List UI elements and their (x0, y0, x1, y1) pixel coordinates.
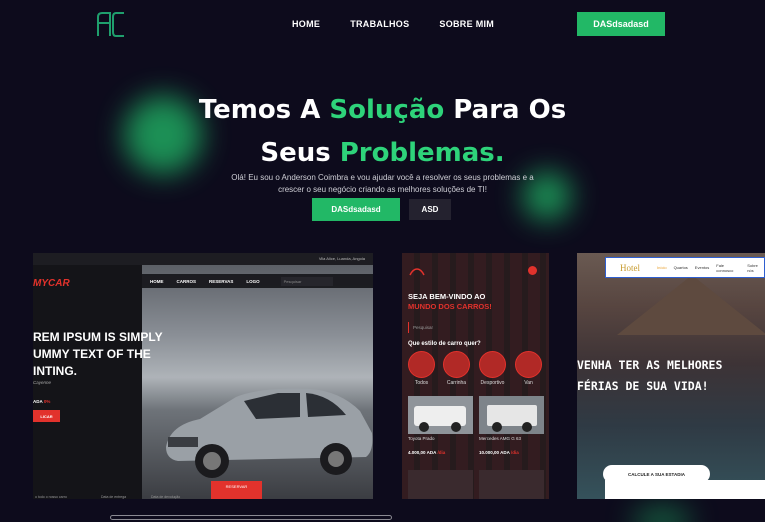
project-card-hotel[interactable]: Hotel Início Quartos Eventos Fale connos… (577, 253, 765, 499)
notification-icon[interactable] (528, 266, 537, 275)
hero-title-highlight: Solução (329, 95, 445, 125)
hotel-nav-quartos[interactable]: Quartos (674, 265, 688, 270)
category-icon (443, 351, 470, 378)
category-label: Van (524, 380, 533, 386)
mycar-menu-reservas[interactable]: RESERVAS (209, 279, 233, 284)
mobile-search-input[interactable]: Pesquisar (408, 322, 534, 333)
mycar-subline: Cayenne (33, 380, 52, 385)
mycar-footer-text: Data de entrega (101, 495, 127, 499)
mycar-reserve-button[interactable]: RESERVAR (211, 481, 262, 499)
hero-primary-button[interactable]: DASdsadasd (312, 198, 400, 221)
category-todos[interactable]: Todos (408, 351, 435, 386)
car-image (408, 396, 473, 434)
carousel-scrollbar[interactable] (110, 515, 392, 520)
mobile-welcome-highlight: MUNDO DOS CARROS! (408, 302, 492, 311)
hero-title-highlight: Problemas. (339, 138, 505, 168)
nav-link-sobre-mim[interactable]: SOBRE MIM (439, 19, 494, 29)
hero-title-text: Temos A (198, 95, 330, 125)
car-tile (408, 470, 473, 499)
hotel-nav-fale[interactable]: Fale connosco (716, 263, 740, 273)
hotel-calc-button[interactable]: CALCULE A SUA ESTADIA (603, 465, 710, 483)
main-nav: HOME TRABALHOS SOBRE MIM (292, 19, 494, 29)
hero-title-line-2: Seus Problemas. (0, 135, 765, 172)
project-card-mobile[interactable]: SEJA BEM-VINDO AO MUNDO DOS CARROS! Pesq… (402, 253, 549, 499)
mycar-search-input[interactable]: Pesquisar (280, 276, 333, 286)
mobile-welcome-line: SEJA BEM-VINDO AO (408, 292, 486, 301)
green-glow-bottom (632, 506, 692, 522)
nav-cta-button[interactable]: DASdsadasd (577, 12, 665, 36)
category-icon (408, 351, 435, 378)
car-price-period: /dia (437, 450, 446, 455)
category-label: Todos (414, 380, 429, 386)
category-icon (479, 351, 506, 378)
mycar-price: ADA 0% (33, 399, 50, 404)
hero-title-text: Seus (260, 138, 340, 168)
category-carrinha[interactable]: Carrinha (443, 351, 470, 386)
nav-link-trabalhos[interactable]: TRABALHOS (350, 19, 409, 29)
car-image (479, 396, 544, 434)
project-card-mycar[interactable]: Vila Alice, Luanda, Angola HOME CARROS R… (33, 253, 373, 499)
category-label: Carrinha (446, 380, 467, 386)
hero-subtitle: Olá! Eu sou o Anderson Coimbra e vou aju… (231, 173, 534, 194)
car-name: Mercedes AMG G 63 (479, 436, 522, 441)
car-price: 4.000,00 ADA /dia (408, 450, 445, 455)
category-icon (515, 351, 542, 378)
mycar-menu-carros[interactable]: CARROS (177, 279, 197, 284)
car-image (166, 388, 373, 478)
hero-title-text: Para Os (444, 95, 567, 125)
hotel-nav-sobre[interactable]: Sobre nós (747, 263, 764, 273)
car-price-value: 10.000,00 ADA (479, 450, 510, 455)
car-price-value: 4.000,00 ADA (408, 450, 437, 455)
mycar-menu-logo[interactable]: LOGO (246, 279, 259, 284)
mycar-menu: HOME CARROS RESERVAS LOGO Pesquisar (142, 274, 373, 288)
hotel-nav-inicio[interactable]: Início (657, 265, 667, 270)
hotel-nav-eventos[interactable]: Eventos (695, 265, 709, 270)
mycar-price-unit: ADA (33, 399, 43, 404)
nav-link-home[interactable]: HOME (292, 19, 320, 29)
mycar-headline: REM IPSUM IS SIMPLY UMMY TEXT OF THE INT… (33, 330, 163, 378)
hotel-logo: Hotel (620, 262, 640, 273)
logo-icon[interactable] (96, 11, 126, 37)
category-desportivo[interactable]: Desportivo (479, 351, 506, 386)
hero-title-line-1: Temos A Solução Para Os (0, 92, 765, 129)
hotel-nav: Hotel Início Quartos Eventos Fale connos… (605, 257, 765, 278)
mycar-cta-button[interactable]: LICAR (33, 410, 60, 422)
mycar-footer-text: o todo o nosso carro (35, 495, 67, 499)
mycar-menu-home[interactable]: HOME (150, 279, 164, 284)
car-price: 10.000,00 ADA /dia (479, 450, 519, 455)
car-tile (479, 470, 544, 499)
mycar-footer-text: Data de devolução (151, 495, 181, 499)
mycar-location: Vila Alice, Luanda, Angola (318, 256, 365, 261)
hotel-headline: VENHA TER AS MELHORES FÉRIAS DE SUA VIDA… (577, 358, 723, 393)
hotel-roof-shape (617, 275, 765, 335)
mycar-logo: MYCAR (33, 278, 70, 289)
mycar-price-highlight: 0% (43, 399, 51, 404)
mobile-welcome: SEJA BEM-VINDO AO MUNDO DOS CARROS! (408, 292, 492, 312)
mobile-question: Que estilo de carro quer? (408, 341, 481, 347)
mobile-logo-icon (409, 268, 425, 276)
category-label: Desportivo (480, 380, 505, 386)
car-price-period: /dia (510, 450, 519, 455)
car-name: Toyota Prado (408, 436, 435, 441)
category-van[interactable]: Van (515, 351, 542, 386)
hero-secondary-button[interactable]: ASD (409, 199, 451, 220)
